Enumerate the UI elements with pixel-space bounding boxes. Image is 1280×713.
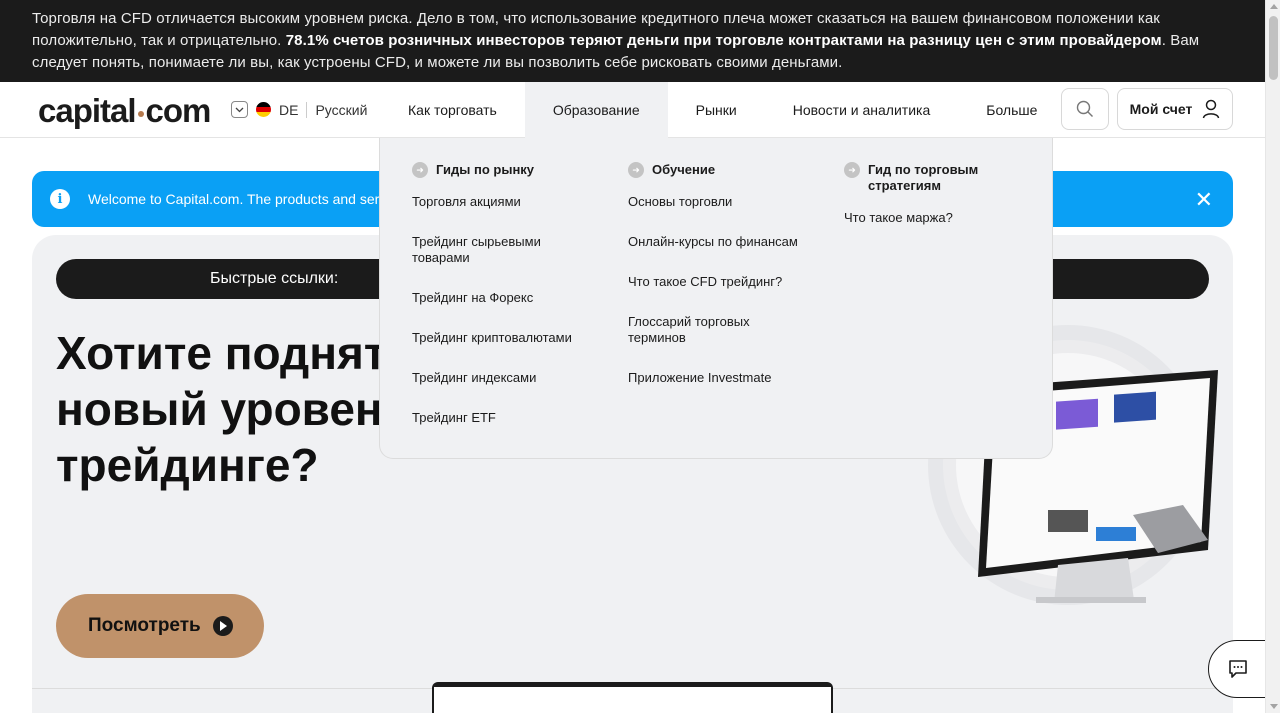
nav-news-analytics[interactable]: Новости и аналитика	[765, 82, 959, 138]
risk-text-bold: 78.1% счетов розничных инвесторов теряют…	[285, 32, 1162, 49]
watch-button-label: Посмотреть	[88, 615, 201, 636]
dropdown-link[interactable]: Приложение Investmate	[628, 370, 838, 386]
dropdown-link[interactable]: Торговля акциями	[412, 194, 622, 210]
risk-warning-banner: Торговля на CFD отличается высоким уровн…	[0, 0, 1265, 82]
scroll-thumb[interactable]	[1269, 16, 1278, 80]
quick-links-label: Быстрые ссылки:	[210, 270, 339, 287]
site-header: capital com DE Русский Как торговать Обра…	[0, 82, 1265, 138]
dropdown-link[interactable]: Трейдинг индексами	[412, 370, 622, 386]
search-button[interactable]	[1061, 88, 1109, 130]
education-dropdown: ➜ Гиды по рынку Торговля акциями Трейдинг…	[379, 138, 1053, 459]
logo-dot	[137, 111, 144, 117]
dropdown-link[interactable]: Трейдинг ETF	[412, 410, 622, 426]
germany-flag-icon	[256, 102, 271, 117]
my-account-button[interactable]: Мой счет	[1117, 88, 1233, 130]
nav-education[interactable]: Образование	[524, 82, 668, 138]
dropdown-link[interactable]: Что такое CFD трейдинг?	[628, 274, 838, 290]
account-label: Мой счет	[1129, 101, 1193, 117]
chat-button[interactable]	[1208, 640, 1268, 698]
vertical-scrollbar[interactable]	[1265, 0, 1280, 713]
chat-icon	[1229, 660, 1247, 678]
dropdown-column-market-guides: ➜ Гиды по рынку Торговля акциями Трейдинг…	[412, 138, 622, 450]
nav-more[interactable]: Больше	[958, 82, 1065, 138]
close-icon[interactable]: ✕	[1195, 187, 1213, 213]
column-heading-label: Обучение	[652, 162, 716, 177]
dropdown-column-learning: ➜ Обучение Основы торговли Онлайн-курсы п…	[628, 138, 838, 410]
ticker-card-body	[434, 687, 831, 713]
info-icon: i	[50, 189, 70, 209]
watch-button[interactable]: Посмотреть	[56, 594, 264, 658]
column-heading-label: Гиды по рынку	[436, 162, 535, 177]
dropdown-link[interactable]: Трейдинг сырьевыми товарами	[412, 234, 582, 266]
scroll-down-icon[interactable]	[1270, 704, 1278, 709]
play-icon	[212, 616, 233, 636]
dropdown-link[interactable]: Основы торговли	[628, 194, 838, 210]
country-code: DE	[279, 101, 299, 118]
dropdown-link[interactable]: Трейдинг на Форекс	[412, 290, 622, 306]
language-label: Русский	[315, 101, 368, 118]
dropdown-column-strategies: ➜ Гид по торговым стратегиям Что такое ма…	[844, 138, 1054, 250]
logo[interactable]: capital com	[38, 92, 212, 130]
nav-markets[interactable]: Рынки	[668, 82, 765, 138]
dropdown-link[interactable]: Глоссарий торговых терминов	[628, 314, 778, 346]
column-heading[interactable]: ➜ Обучение	[628, 162, 838, 178]
dropdown-link[interactable]: Что такое маржа?	[844, 210, 1054, 226]
divider	[306, 101, 308, 118]
search-icon	[1076, 100, 1093, 117]
language-selector[interactable]: DE Русский	[231, 101, 367, 118]
logo-text-right: com	[145, 92, 212, 129]
nav-how-to-trade[interactable]: Как торговать	[380, 82, 525, 138]
logo-text-left: capital	[38, 92, 137, 129]
arrow-right-icon: ➜	[628, 162, 644, 178]
chevron-down-icon	[231, 101, 248, 118]
notice-text: Welcome to Capital.com. The products and…	[88, 191, 397, 207]
arrow-right-icon: ➜	[844, 162, 860, 178]
column-heading-label: Гид по торговым стратегиям	[868, 162, 979, 193]
dropdown-link[interactable]: Онлайн-курсы по финансам	[628, 234, 838, 250]
user-icon	[1203, 99, 1220, 119]
arrow-right-icon: ➜	[412, 162, 428, 178]
column-heading[interactable]: ➜ Гиды по рынку	[412, 162, 622, 178]
main-nav: Как торговать Образование Рынки Новости …	[380, 82, 1065, 138]
column-heading[interactable]: ➜ Гид по торговым стратегиям	[844, 162, 1054, 194]
scroll-up-icon[interactable]	[1270, 4, 1278, 9]
dropdown-link[interactable]: Трейдинг криптовалютами	[412, 330, 622, 346]
page: Торговля на CFD отличается высоким уровн…	[0, 0, 1280, 713]
